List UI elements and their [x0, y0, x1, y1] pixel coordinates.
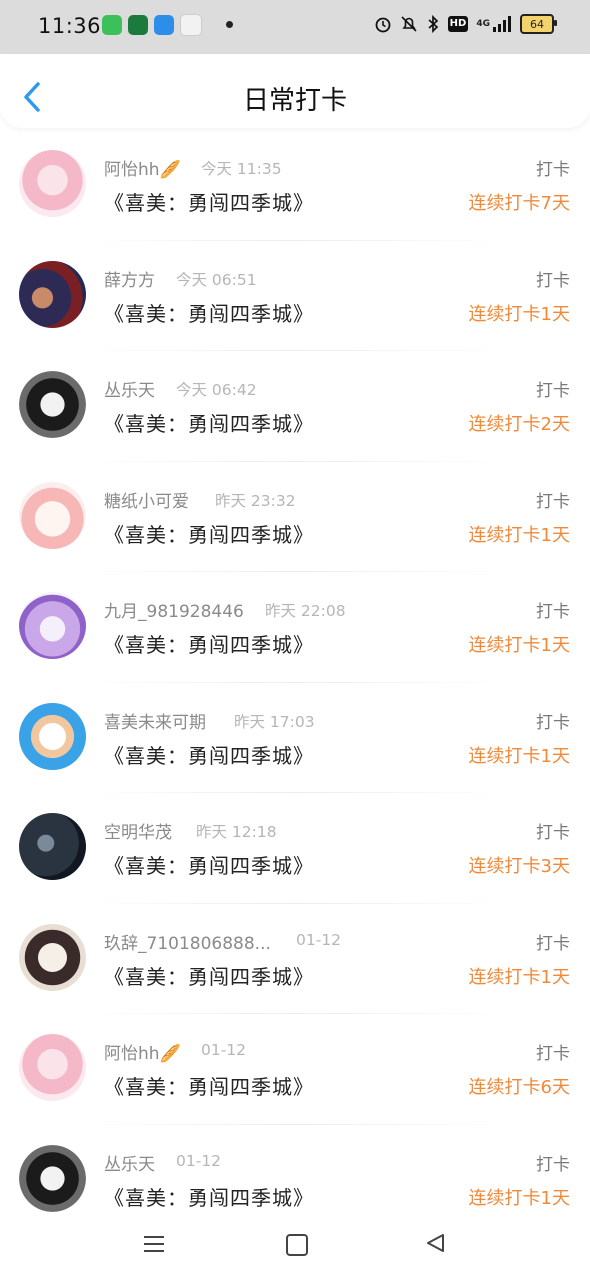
alarm-icon: [375, 17, 391, 33]
hd-icon: HD: [447, 16, 469, 32]
book-title[interactable]: 《喜美：勇闯四季城》: [104, 519, 314, 548]
checkin-time: 01-12: [201, 1041, 247, 1059]
checkin-time: 昨天 17:03: [234, 712, 315, 731]
avatar[interactable]: [19, 150, 86, 217]
streak-label: 连续打卡6天: [468, 1077, 570, 1098]
checkin-list: 阿怡hh🥖 今天 11:35 《喜美：勇闯四季城》 打卡 连续打卡7天 薛方方 …: [0, 130, 590, 1235]
streak-label: 连续打卡3天: [468, 856, 570, 877]
system-nav-bar: [0, 1214, 590, 1280]
checkin-label: 打卡: [536, 160, 570, 180]
checkin-time: 昨天 12:18: [196, 823, 277, 841]
book-title[interactable]: 《喜美：勇闯四季城》: [104, 1071, 314, 1100]
checkin-time: 01-12: [176, 1151, 222, 1170]
mute-icon: [401, 16, 417, 32]
app-notification-icon: [154, 15, 174, 35]
network-type: 4G: [476, 18, 490, 29]
book-title[interactable]: 《喜美：勇闯四季城》: [104, 629, 314, 658]
checkin-time: 今天 06:42: [176, 381, 257, 399]
user-name[interactable]: 阿怡hh🥖: [104, 155, 181, 180]
user-name[interactable]: 丛乐天: [104, 376, 155, 401]
signal-icon: [493, 16, 511, 32]
avatar[interactable]: [19, 1034, 86, 1101]
avatar[interactable]: [19, 481, 86, 549]
user-name[interactable]: 薛方方: [104, 266, 155, 291]
book-title[interactable]: 《喜美：勇闯四季城》: [104, 298, 314, 327]
checkin-label: 打卡: [536, 712, 570, 733]
user-name[interactable]: 空明华茂: [104, 818, 172, 843]
checkin-row[interactable]: 糖纸小可爱 昨天 23:32 《喜美：勇闯四季城》 打卡 连续打卡1天: [0, 462, 590, 573]
status-icons: HD 4G 64: [374, 14, 557, 34]
checkin-time: 01-12: [296, 930, 342, 949]
book-title[interactable]: 《喜美：勇闯四季城》: [104, 961, 314, 990]
checkin-time: 昨天 23:32: [215, 491, 296, 510]
streak-label: 连续打卡1天: [468, 1187, 570, 1209]
app-notification-icon: [102, 15, 122, 35]
more-notifications-dot: [226, 21, 233, 28]
book-title[interactable]: 《喜美：勇闯四季城》: [104, 1182, 314, 1211]
checkin-row[interactable]: 丛乐天 今天 06:42 《喜美：勇闯四季城》 打卡 连续打卡2天: [0, 351, 590, 462]
checkin-row[interactable]: 玖辞_7101806888... 01-12 《喜美：勇闯四季城》 打卡 连续打…: [0, 904, 590, 1015]
checkin-row[interactable]: 阿怡hh🥖 01-12 《喜美：勇闯四季城》 打卡 连续打卡6天: [0, 1014, 590, 1125]
avatar[interactable]: [19, 923, 86, 991]
book-title[interactable]: 《喜美：勇闯四季城》: [104, 850, 314, 879]
user-name[interactable]: 丛乐天: [104, 1150, 155, 1175]
user-name[interactable]: 玖辞_7101806888...: [104, 929, 271, 954]
book-title[interactable]: 《喜美：勇闯四季城》: [104, 408, 314, 437]
checkin-label: 打卡: [536, 602, 570, 622]
streak-label: 连续打卡1天: [468, 966, 570, 988]
checkin-row[interactable]: 空明华茂 昨天 12:18 《喜美：勇闯四季城》 打卡 连续打卡3天: [0, 793, 590, 904]
checkin-row[interactable]: 九月_981928446 昨天 22:08 《喜美：勇闯四季城》 打卡 连续打卡…: [0, 572, 590, 683]
page-title: 日常打卡: [242, 86, 347, 116]
user-name[interactable]: 喜美未来可期: [104, 708, 206, 733]
status-bar: 11:36 HD 4G 64: [0, 0, 590, 54]
battery-icon: 64: [520, 14, 557, 34]
back-triangle-icon[interactable]: [424, 1232, 446, 1254]
app-notification-icon: [128, 15, 148, 35]
book-title[interactable]: 《喜美：勇闯四季城》: [104, 187, 314, 216]
user-name[interactable]: 糖纸小可爱: [104, 487, 189, 512]
menu-icon[interactable]: [144, 1234, 164, 1254]
page-header: 日常打卡: [0, 54, 590, 128]
book-title[interactable]: 《喜美：勇闯四季城》: [104, 740, 314, 769]
bluetooth-icon: [428, 15, 438, 33]
checkin-label: 打卡: [536, 491, 570, 512]
avatar[interactable]: [19, 1144, 86, 1212]
user-name[interactable]: 阿怡hh🥖: [104, 1039, 181, 1064]
avatar[interactable]: [19, 260, 86, 328]
status-time: 11:36: [38, 14, 102, 38]
checkin-row[interactable]: 阿怡hh🥖 今天 11:35 《喜美：勇闯四季城》 打卡 连续打卡7天: [0, 130, 590, 241]
avatar[interactable]: [19, 813, 86, 880]
avatar[interactable]: [19, 702, 86, 770]
streak-label: 连续打卡1天: [468, 745, 570, 767]
checkin-time: 今天 06:51: [176, 270, 257, 289]
streak-label: 连续打卡1天: [468, 303, 570, 325]
avatar[interactable]: [19, 592, 86, 659]
notification-icons: [102, 14, 202, 36]
checkin-row[interactable]: 薛方方 今天 06:51 《喜美：勇闯四季城》 打卡 连续打卡1天: [0, 241, 590, 352]
checkin-row[interactable]: 喜美未来可期 昨天 17:03 《喜美：勇闯四季城》 打卡 连续打卡1天: [0, 683, 590, 794]
streak-label: 连续打卡1天: [468, 635, 570, 656]
streak-label: 连续打卡2天: [468, 414, 570, 435]
checkin-label: 打卡: [536, 1044, 570, 1064]
avatar[interactable]: [19, 371, 86, 438]
streak-label: 连续打卡7天: [468, 193, 570, 214]
app-notification-icon: [180, 14, 202, 36]
streak-label: 连续打卡1天: [468, 524, 570, 546]
checkin-label: 打卡: [536, 270, 570, 291]
checkin-label: 打卡: [536, 933, 570, 954]
home-icon[interactable]: [286, 1234, 308, 1256]
user-name[interactable]: 九月_981928446: [104, 597, 244, 622]
checkin-label: 打卡: [536, 823, 570, 843]
checkin-time: 今天 11:35: [201, 160, 282, 178]
checkin-label: 打卡: [536, 1154, 570, 1175]
checkin-label: 打卡: [536, 381, 570, 401]
checkin-time: 昨天 22:08: [265, 602, 346, 620]
battery-level: 64: [530, 17, 544, 31]
